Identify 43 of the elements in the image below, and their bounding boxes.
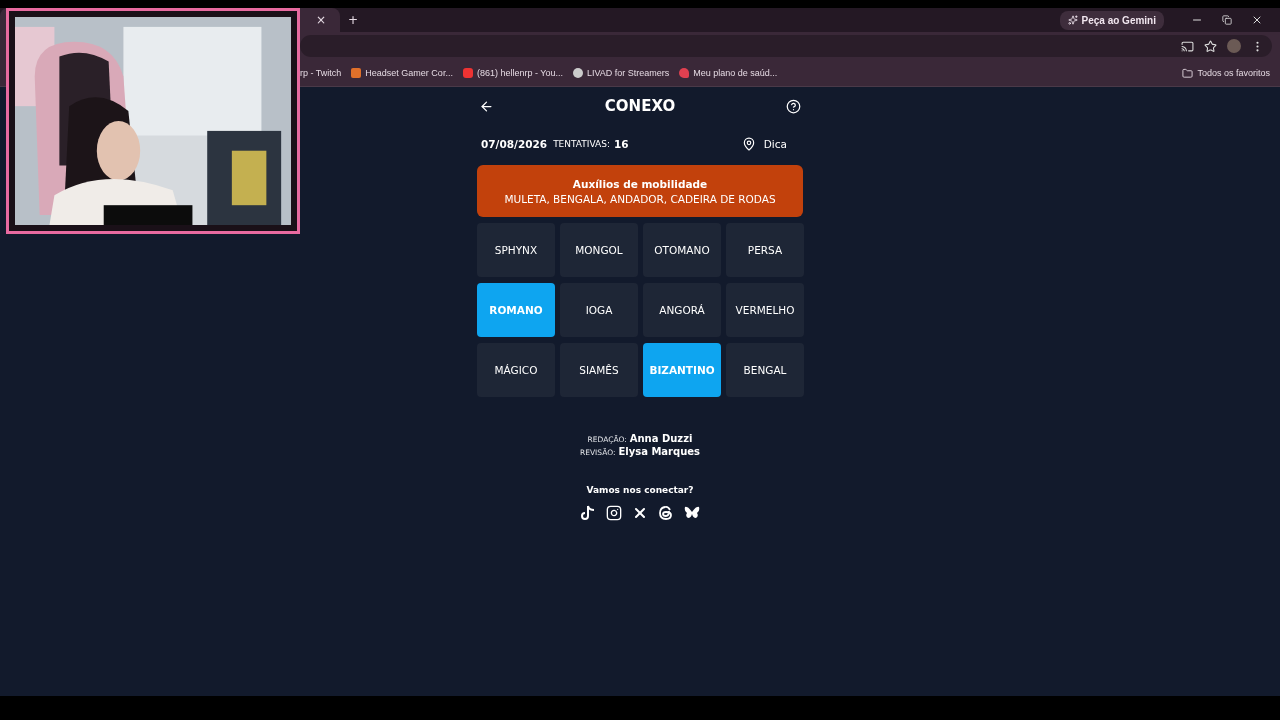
word-tile[interactable]: SPHYNX [477, 223, 555, 277]
sparkle-icon [1067, 15, 1078, 25]
bookmark[interactable]: LIVAD for Streamers [572, 68, 670, 78]
game-title: CONEXO [604, 97, 676, 115]
group-words: MULETA, BENGALA, ANDADOR, CADEIRA DE RODAS [504, 192, 776, 205]
credit-name: Elysa Marques [618, 446, 701, 457]
attempts-label: TENTATIVAS: [553, 139, 610, 149]
butterfly-icon[interactable] [684, 505, 700, 521]
word-tile[interactable]: BENGAL [726, 343, 804, 397]
word-tile[interactable]: VERMELHO [726, 283, 804, 337]
credit-name: Anna Duzzi [629, 433, 693, 444]
connect-heading: Vamos nos conectar? [586, 485, 694, 495]
pin-icon [741, 137, 756, 151]
all-bookmarks[interactable]: Todos os favoritos [1182, 67, 1270, 79]
date: 07/08/2026 [481, 138, 548, 150]
word-tile[interactable]: OTOMANO [643, 223, 721, 277]
gemini-button[interactable]: Peça ao Gemini [1059, 10, 1164, 30]
word-tile[interactable]: PERSA [726, 223, 804, 277]
bookmark[interactable]: Headset Gamer Cor... [351, 68, 453, 78]
new-tab-button[interactable]: + [340, 13, 367, 27]
bookmark-icon [351, 68, 362, 78]
threads-icon[interactable] [658, 505, 674, 521]
avatar-icon[interactable] [1227, 39, 1241, 53]
bookmark[interactable]: Meu plano de saúd... [679, 68, 778, 78]
back-icon[interactable] [479, 98, 494, 114]
word-tile[interactable]: ANGORÁ [643, 283, 721, 337]
word-tile[interactable]: SIAMÊS [560, 343, 638, 397]
bookmark[interactable]: rp - Twitch [300, 68, 342, 78]
bookmark[interactable]: (861) hellenrp - You... [462, 68, 563, 78]
x-icon[interactable] [632, 505, 648, 521]
cast-icon[interactable] [1181, 39, 1194, 53]
word-tile[interactable]: MÁGICO [477, 343, 555, 397]
attempts-count: 16 [613, 138, 629, 150]
word-tile[interactable]: MONGOL [560, 223, 638, 277]
group-title: Auxílios de mobilidade [572, 177, 708, 190]
help-icon[interactable] [786, 98, 801, 114]
word-tile[interactable]: IOGA [560, 283, 638, 337]
tab-close[interactable]: × [307, 13, 334, 27]
instagram-icon[interactable] [606, 505, 622, 521]
music-note-icon[interactable] [580, 505, 596, 521]
folder-icon [1182, 67, 1194, 79]
star-icon[interactable] [1204, 39, 1217, 53]
hint-button[interactable]: Dica [735, 136, 799, 152]
